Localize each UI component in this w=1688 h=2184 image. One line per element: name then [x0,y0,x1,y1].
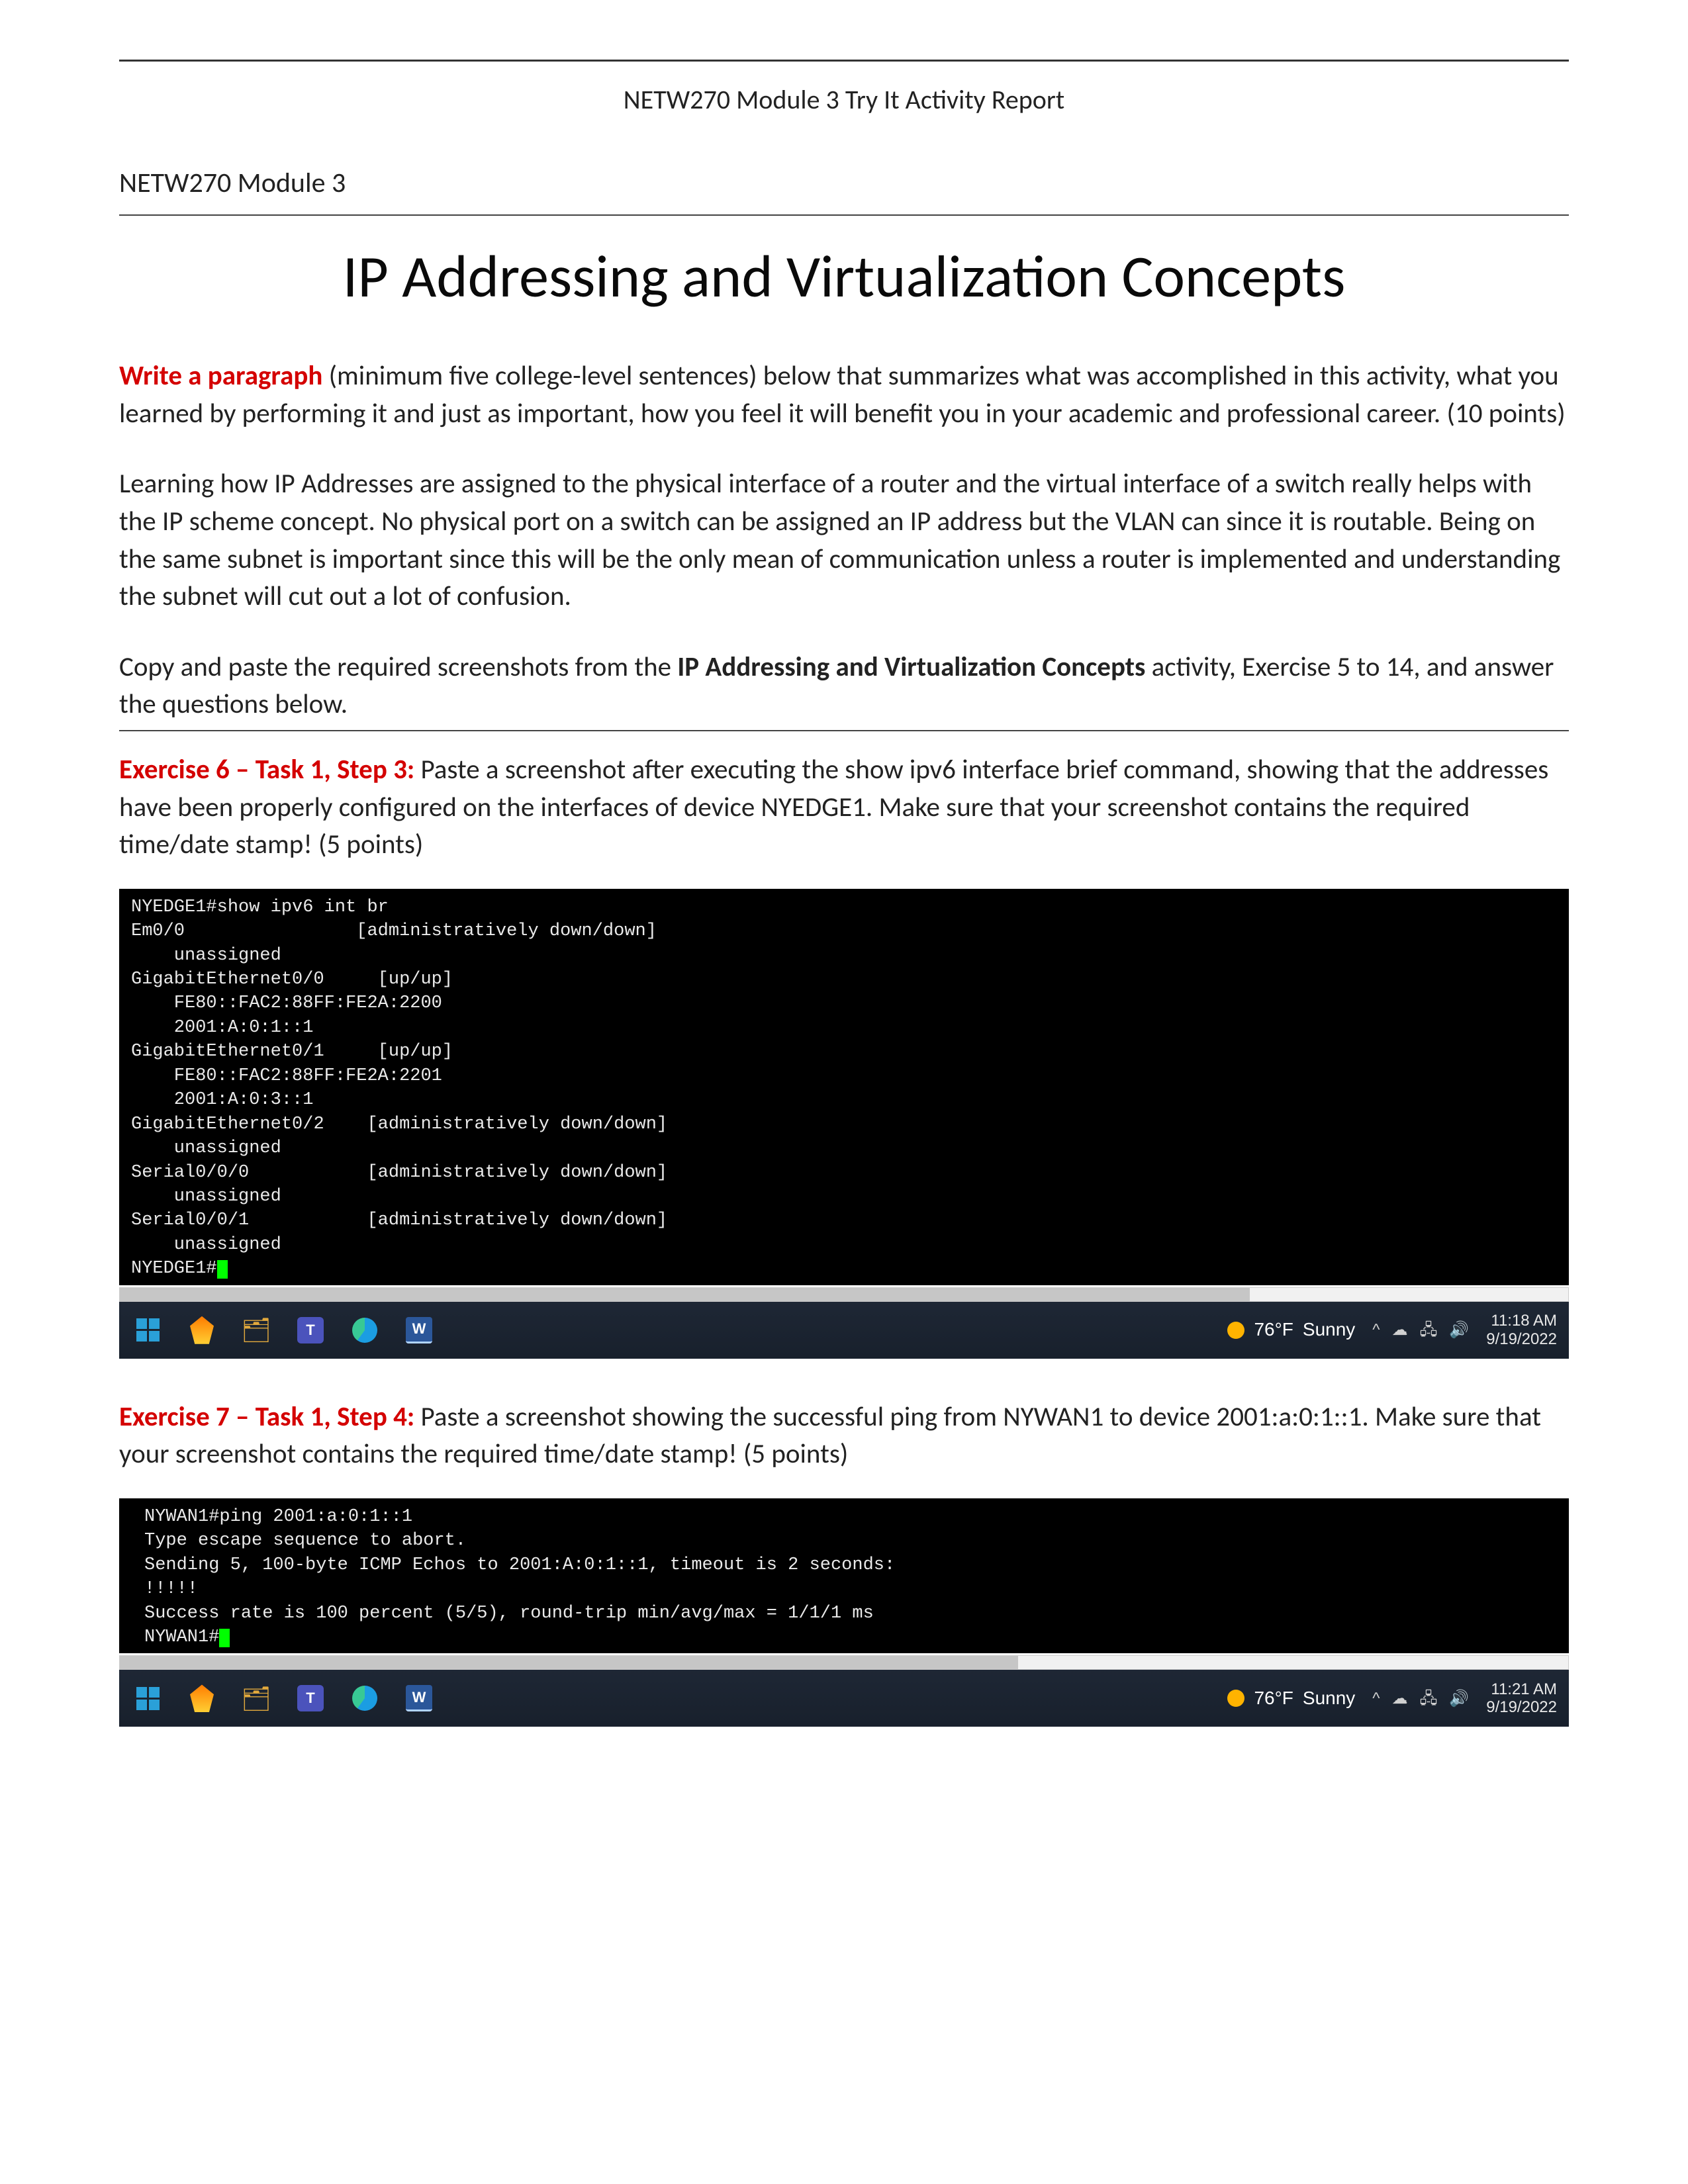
start-button[interactable] [132,1683,163,1713]
edge-icon[interactable] [350,1315,380,1345]
t2-l2: Sending 5, 100-byte ICMP Echos to 2001:A… [144,1555,895,1575]
terminal-2-scrollbar[interactable] [119,1655,1569,1670]
taskbar-2-right: 76°F Sunny ^ ☁ 🖧 🔊 11:21 AM 9/19/2022 [1227,1680,1557,1717]
volume-icon[interactable]: 🔊 [1449,1319,1469,1341]
copy-pre: Copy and paste the required screenshots … [119,651,677,684]
system-tray[interactable]: ^ ☁ 🖧 🔊 [1372,1319,1469,1341]
t1-l11: Serial0/0/0 [administratively down/down] [131,1163,667,1183]
t2-l3: !!!!! [144,1579,198,1599]
start-button[interactable] [132,1315,163,1345]
t1-l13: Serial0/0/1 [administratively down/down] [131,1210,667,1230]
clock[interactable]: 11:18 AM 9/19/2022 [1486,1312,1557,1348]
clock-time: 11:21 AM [1486,1680,1557,1699]
weather-temp: 76°F [1254,1686,1293,1711]
taskbar-1-left: 🗂 T W [126,1315,434,1345]
network-icon[interactable]: 🖧 [1420,1319,1438,1341]
exercise-6-paragraph: Exercise 6 – Task 1, Step 3: Paste a scr… [119,751,1569,864]
t1-l14: unassigned [131,1235,281,1255]
power-icon[interactable] [187,1683,217,1713]
teams-icon[interactable]: T [295,1683,326,1713]
t2-l5: NYWAN1# [144,1627,219,1647]
t1-l2: unassigned [131,946,281,966]
onedrive-icon[interactable]: ☁ [1392,1319,1408,1341]
copy-bold: IP Addressing and Virtualization Concept… [677,651,1145,684]
module-line: NETW270 Module 3 [119,164,1569,203]
sun-icon [1227,1690,1244,1707]
network-icon[interactable]: 🖧 [1420,1688,1438,1709]
taskbar-2-left: 🗂 T W [126,1683,434,1713]
t1-l7: FE80::FAC2:88FF:FE2A:2201 [131,1066,442,1086]
t2-l0: NYWAN1#ping 2001:a:0:1::1 [144,1507,412,1527]
teams-icon[interactable]: T [295,1315,326,1345]
weather-cond: Sunny [1303,1317,1355,1343]
intro-label: Write a paragraph [119,359,322,392]
t1-l4: FE80::FAC2:88FF:FE2A:2200 [131,993,442,1013]
chevron-up-icon[interactable]: ^ [1372,1688,1380,1709]
onedrive-icon[interactable]: ☁ [1392,1688,1408,1709]
taskbar-1: 🗂 T W 76°F Sunny ^ ☁ 🖧 🔊 11:18 AM 9/19/2… [119,1302,1569,1359]
t1-l0: NYEDGE1#show ipv6 int br [131,897,389,917]
weather-temp: 76°F [1254,1317,1293,1343]
terminal-1-scrollbar[interactable] [119,1287,1569,1302]
exercise-6-label: Exercise 6 – Task 1, Step 3: [119,753,414,786]
t1-l8: 2001:A:0:3::1 [131,1090,313,1110]
weather-widget[interactable]: 76°F Sunny [1227,1317,1355,1343]
header-rule [119,214,1569,216]
word-icon[interactable]: W [404,1315,434,1345]
t1-l3: GigabitEthernet0/0 [up/up] [131,970,453,989]
t1-l9: GigabitEthernet0/2 [administratively dow… [131,1115,667,1134]
edge-icon[interactable] [350,1683,380,1713]
system-tray[interactable]: ^ ☁ 🖧 🔊 [1372,1688,1469,1709]
weather-widget[interactable]: 76°F Sunny [1227,1686,1355,1711]
cursor-icon [217,1260,228,1279]
t2-l4: Success rate is 100 percent (5/5), round… [144,1604,874,1623]
volume-icon[interactable]: 🔊 [1449,1688,1469,1709]
scrollbar-thumb[interactable] [120,1656,1018,1669]
clock-time: 11:18 AM [1486,1312,1557,1330]
file-explorer-icon[interactable]: 🗂 [241,1683,271,1713]
body-paragraph: Learning how IP Addresses are assigned t… [119,465,1569,615]
clock-date: 9/19/2022 [1486,1698,1557,1717]
word-icon[interactable]: W [404,1683,434,1713]
copy-paragraph: Copy and paste the required screenshots … [119,649,1569,723]
taskbar-1-right: 76°F Sunny ^ ☁ 🖧 🔊 11:18 AM 9/19/2022 [1227,1312,1557,1348]
intro-text: (minimum five college-level sentences) b… [119,359,1566,430]
terminal-2-screenshot: NYWAN1#ping 2001:a:0:1::1 Type escape se… [119,1498,1569,1727]
power-icon[interactable] [187,1315,217,1345]
terminal-1-output: NYEDGE1#show ipv6 int br Em0/0 [administ… [119,889,1569,1285]
file-explorer-icon[interactable]: 🗂 [241,1315,271,1345]
chevron-up-icon[interactable]: ^ [1372,1319,1380,1341]
sun-icon [1227,1322,1244,1339]
t1-l10: unassigned [131,1138,281,1158]
clock[interactable]: 11:21 AM 9/19/2022 [1486,1680,1557,1717]
scrollbar-thumb[interactable] [120,1288,1250,1301]
exercise-7-paragraph: Exercise 7 – Task 1, Step 4: Paste a scr… [119,1398,1569,1473]
intro-paragraph: Write a paragraph (minimum five college-… [119,357,1569,432]
t2-l1: Type escape sequence to abort. [144,1531,466,1551]
weather-cond: Sunny [1303,1686,1355,1711]
windows-icon [136,1687,160,1710]
t1-l12: unassigned [131,1187,281,1206]
top-rule [119,60,1569,62]
windows-icon [136,1318,160,1342]
t1-l1: Em0/0 [administratively down/down] [131,921,657,941]
terminal-1-screenshot: NYEDGE1#show ipv6 int br Em0/0 [administ… [119,889,1569,1359]
clock-date: 9/19/2022 [1486,1330,1557,1349]
exercise-7-label: Exercise 7 – Task 1, Step 4: [119,1400,414,1433]
page-header: NETW270 Module 3 Try It Activity Report [119,81,1569,118]
cursor-icon [219,1629,230,1647]
t1-l5: 2001:A:0:1::1 [131,1018,313,1038]
terminal-2-output: NYWAN1#ping 2001:a:0:1::1 Type escape se… [119,1498,1569,1654]
section-rule-1 [119,730,1569,731]
t1-l15: NYEDGE1# [131,1259,217,1279]
t1-l6: GigabitEthernet0/1 [up/up] [131,1042,453,1062]
page-title: IP Addressing and Virtualization Concept… [119,236,1569,318]
taskbar-2: 🗂 T W 76°F Sunny ^ ☁ 🖧 🔊 11:21 AM 9/19/2… [119,1670,1569,1727]
